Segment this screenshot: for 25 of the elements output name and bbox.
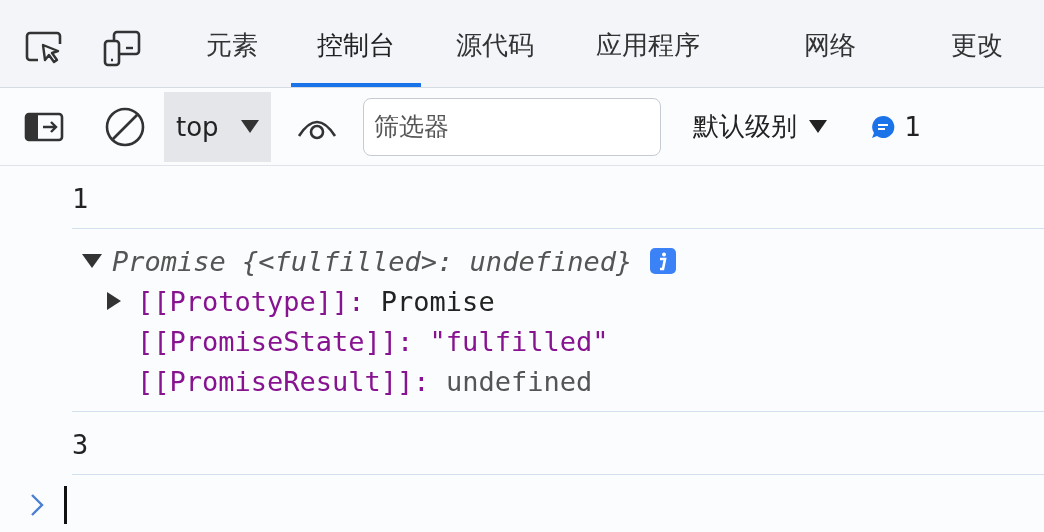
property-line: [[Prototype]]: Promise [137, 285, 495, 317]
context-dropdown[interactable]: top [164, 91, 271, 162]
inspect-icon[interactable] [24, 29, 64, 66]
filter-field[interactable]: 筛选器 [362, 97, 661, 156]
log-level-dropdown[interactable]: 默认级别 [686, 108, 833, 145]
prompt-icon [30, 493, 44, 517]
log-value: 1 [72, 182, 89, 214]
caret-icon [240, 120, 259, 133]
tab[interactable]: 应用程序 [570, 0, 726, 87]
collapsed-arrow-icon[interactable] [105, 290, 123, 312]
property-line: [[PromiseResult]]: undefined [137, 365, 593, 397]
message-icon[interactable] [870, 114, 895, 139]
sidebar-toggle-icon[interactable] [24, 111, 64, 142]
caret-icon [808, 120, 827, 133]
log-value: 3 [72, 428, 89, 460]
tab[interactable]: 源代码 [430, 0, 560, 87]
info-icon[interactable] [650, 248, 677, 274]
device-icon[interactable] [102, 28, 142, 67]
tab[interactable]: 元素 [180, 0, 284, 87]
property-line: [[PromiseState]]: "fulfilled" [137, 325, 609, 357]
tab[interactable]: 网络 [778, 0, 882, 87]
message-count: 1 [904, 111, 922, 142]
tab[interactable]: 更改 [925, 0, 1029, 87]
clear-console-icon[interactable] [104, 105, 146, 148]
object-summary[interactable]: Promise {<fulfilled>: undefined} [112, 245, 633, 277]
